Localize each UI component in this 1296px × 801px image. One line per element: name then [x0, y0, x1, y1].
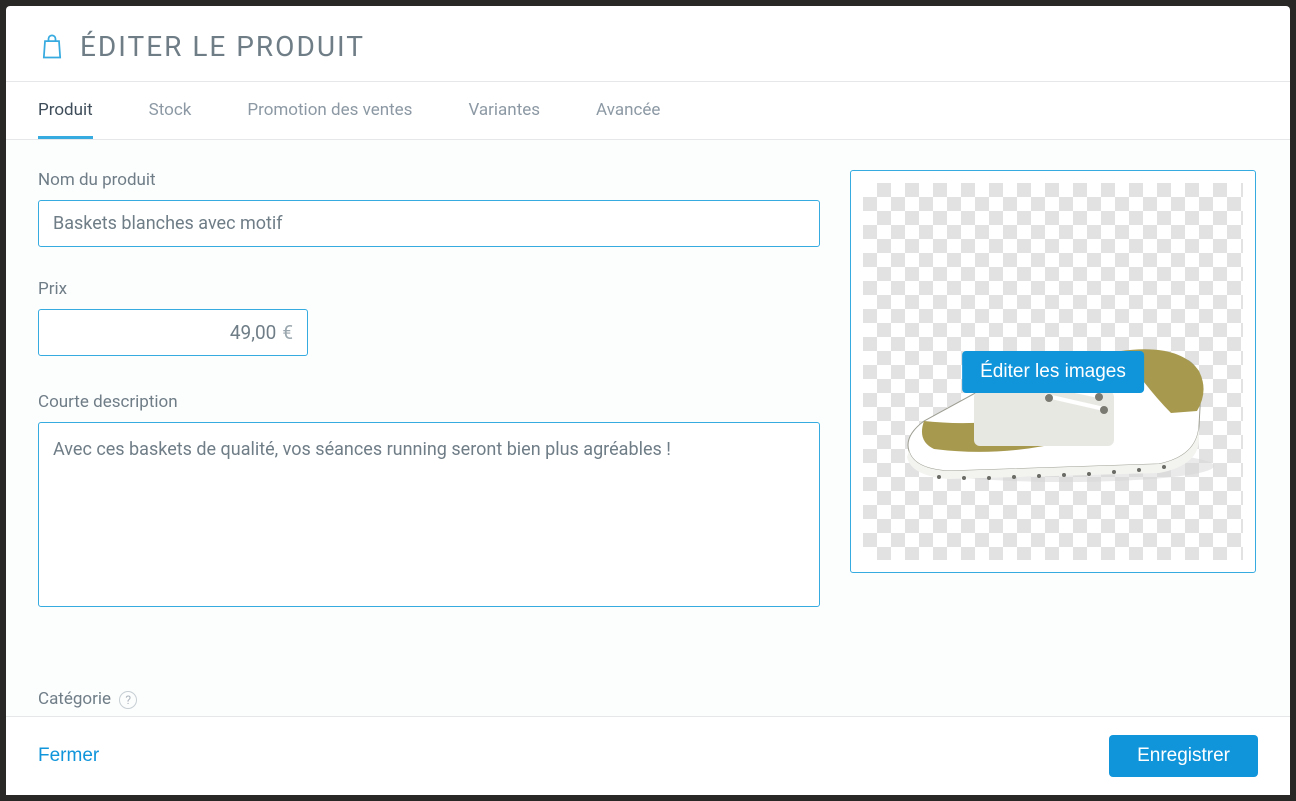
description-textarea[interactable]: [38, 422, 820, 607]
category-label: Catégorie ?: [38, 689, 820, 709]
tab-avancee[interactable]: Avancée: [596, 82, 660, 139]
close-button[interactable]: Fermer: [38, 745, 99, 767]
field-group-category: Catégorie ?: [38, 689, 820, 709]
tab-stock[interactable]: Stock: [149, 82, 192, 139]
field-group-name: Nom du produit: [38, 170, 820, 247]
currency-symbol: €: [282, 321, 307, 344]
shopping-bag-icon: [38, 33, 66, 61]
modal-title: ÉDITER LE PRODUIT: [80, 30, 365, 63]
save-button[interactable]: Enregistrer: [1109, 735, 1258, 777]
image-column: Éditer les images: [850, 170, 1256, 716]
edit-product-modal: ÉDITER LE PRODUIT Produit Stock Promotio…: [6, 6, 1290, 795]
name-input[interactable]: [38, 200, 820, 247]
tab-promo[interactable]: Promotion des ventes: [247, 82, 412, 139]
category-label-text: Catégorie: [38, 689, 111, 709]
modal-content[interactable]: Nom du produit Prix € Courte description…: [6, 140, 1290, 716]
price-label: Prix: [38, 279, 820, 299]
modal-footer: Fermer Enregistrer: [6, 716, 1290, 795]
modal-header: ÉDITER LE PRODUIT: [6, 6, 1290, 82]
tab-produit[interactable]: Produit: [38, 82, 93, 139]
name-label: Nom du produit: [38, 170, 820, 190]
product-image-panel[interactable]: Éditer les images: [850, 170, 1256, 573]
description-label: Courte description: [38, 392, 820, 412]
price-input[interactable]: [39, 310, 282, 355]
tabs-bar: Produit Stock Promotion des ventes Varia…: [6, 82, 1290, 140]
field-group-description: Courte description: [38, 392, 820, 611]
form-left-column: Nom du produit Prix € Courte description…: [38, 170, 820, 716]
field-group-price: Prix €: [38, 279, 820, 356]
help-icon[interactable]: ?: [119, 691, 137, 709]
edit-images-button[interactable]: Éditer les images: [962, 351, 1144, 393]
tab-variantes[interactable]: Variantes: [468, 82, 540, 139]
price-input-wrap: €: [38, 309, 308, 356]
